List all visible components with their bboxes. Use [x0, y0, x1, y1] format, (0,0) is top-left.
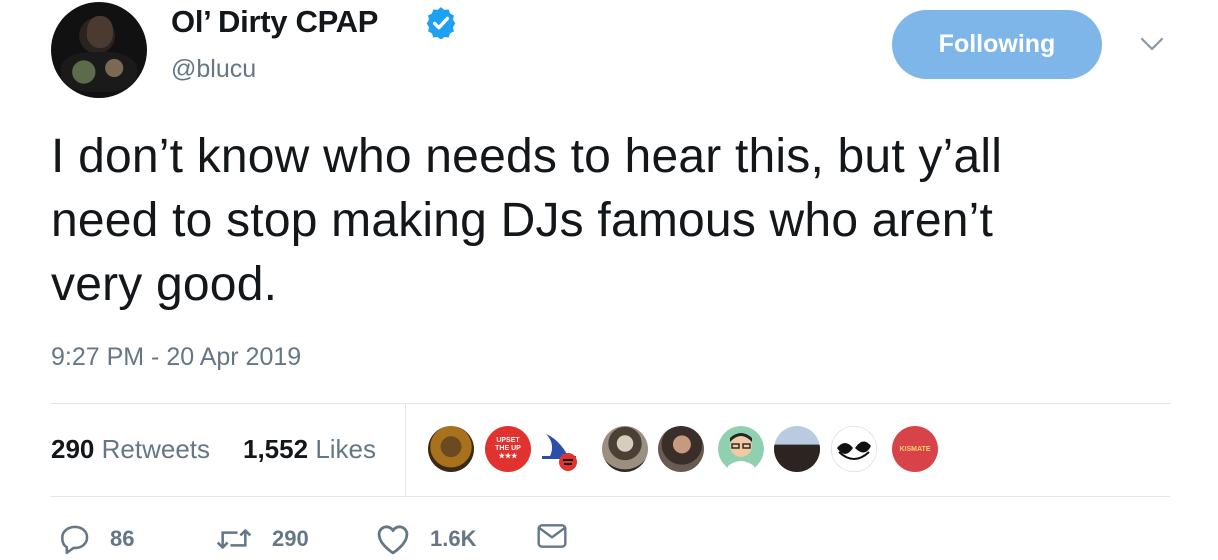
sunglasses-avatar-icon[interactable] [831, 426, 877, 472]
retweet-count: 290 [272, 526, 309, 551]
likes-stat[interactable]: 1,552 Likes [243, 434, 376, 465]
tweet-timestamp[interactable]: 9:27 PM - 20 Apr 2019 [51, 343, 301, 372]
divider [51, 403, 1170, 404]
witch-hat-logo-icon[interactable] [538, 426, 584, 472]
reply-count: 86 [110, 526, 135, 551]
avatar-detail [61, 52, 137, 92]
divider [405, 403, 406, 496]
retweets-label: Retweets [101, 434, 211, 464]
avatar-photo-2[interactable] [602, 426, 648, 472]
like-button[interactable]: 1.6K [374, 522, 476, 556]
author-handle[interactable]: @blucu [171, 55, 256, 84]
avatar-detail [87, 16, 113, 48]
retweets-count: 290 [51, 434, 95, 464]
likes-label: Likes [315, 434, 377, 464]
red-logo-avatar[interactable]: KISMATE [892, 426, 938, 472]
avatar-photo-4[interactable] [774, 426, 820, 472]
heart-icon [377, 525, 409, 555]
retweet-button[interactable]: 290 [214, 522, 309, 556]
likes-count: 1,552 [243, 434, 309, 464]
avatar-photo-3[interactable] [658, 426, 704, 472]
retweets-stat[interactable]: 290 Retweets [51, 434, 210, 465]
following-button[interactable]: Following [892, 10, 1102, 79]
tweet-text: I don’t know who needs to hear this, but… [51, 130, 1003, 311]
divider [51, 496, 1170, 497]
direct-message-button[interactable] [536, 522, 568, 550]
upset-logo-text: UPSET THE UP [495, 437, 521, 452]
stars-icon: ★★★ [498, 453, 518, 460]
reply-button[interactable]: 86 [58, 522, 134, 556]
envelope-icon [537, 524, 567, 548]
upset-the-up-logo[interactable]: UPSET THE UP ★★★ [485, 426, 531, 472]
reply-icon [60, 525, 89, 555]
red-logo-text: KISMATE [899, 445, 931, 453]
cartoon-avatar-icon[interactable] [718, 426, 764, 472]
verified-badge-icon [426, 7, 456, 39]
author-name[interactable]: Ol’ Dirty CPAP [171, 4, 378, 40]
chevron-down-icon[interactable] [1140, 34, 1164, 54]
retweet-icon [216, 529, 252, 549]
author-avatar[interactable] [51, 2, 147, 98]
avatar-photo-1[interactable] [428, 426, 474, 472]
like-count: 1.6K [430, 526, 477, 551]
